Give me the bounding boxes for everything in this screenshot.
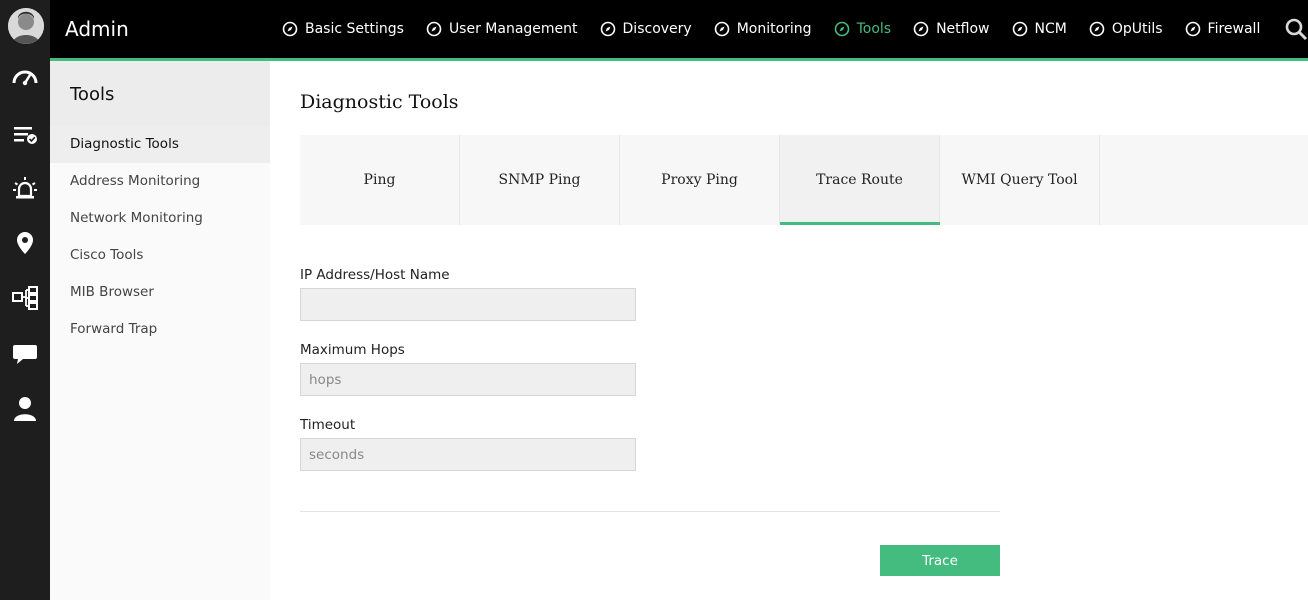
nav-item-firewall[interactable]: Firewall [1185, 21, 1261, 37]
icon-rail [0, 0, 50, 600]
nav-item-label: Basic Settings [305, 21, 404, 37]
form-divider [300, 511, 1000, 512]
compass-icon [834, 21, 849, 37]
nav-item-oputils[interactable]: OpUtils [1089, 21, 1163, 37]
map-pin-icon[interactable] [9, 227, 41, 259]
alert-siren-icon[interactable] [9, 172, 41, 204]
nav-item-label: Monitoring [736, 21, 812, 37]
compass-icon [1012, 21, 1027, 37]
nav-item-label: Netflow [936, 21, 990, 37]
tab-snmp-ping[interactable]: SNMP Ping [460, 135, 620, 225]
user-avatar[interactable] [8, 8, 44, 44]
compass-icon [1089, 21, 1105, 37]
main-content: Diagnostic Tools Ping SNMP Ping Proxy Pi… [270, 61, 1308, 600]
nav-item-tools[interactable]: Tools [834, 21, 892, 37]
nav-item-label: User Management [448, 21, 578, 37]
nav-item-discovery[interactable]: Discovery [600, 21, 692, 37]
sidebar-item-network-monitoring[interactable]: Network Monitoring [50, 200, 270, 237]
chat-icon[interactable] [9, 337, 41, 369]
nav-item-ncm[interactable]: NCM [1012, 21, 1067, 37]
tools-sidebar: Tools Diagnostic Tools Address Monitorin… [50, 61, 270, 600]
tab-trace-route[interactable]: Trace Route [780, 135, 940, 225]
tab-wmi-query-tool[interactable]: WMI Query Tool [940, 135, 1100, 225]
nav-item-label: Tools [856, 21, 892, 37]
dashboard-icon[interactable] [9, 62, 41, 94]
maximum-hops-label: Maximum Hops [300, 342, 405, 358]
ip-address-input[interactable] [300, 288, 636, 321]
trace-button[interactable]: Trace [880, 545, 1000, 576]
nav-item-monitoring[interactable]: Monitoring [714, 21, 812, 37]
nav-item-label: Discovery [622, 21, 692, 37]
maximum-hops-input[interactable] [300, 363, 636, 396]
top-bar: Admin Basic Settings User Management Dis… [50, 0, 1308, 58]
page-title: Diagnostic Tools [300, 91, 459, 113]
diagnostic-tabs: Ping SNMP Ping Proxy Ping Trace Route WM… [300, 135, 1308, 225]
compass-icon [913, 21, 929, 37]
tab-ping[interactable]: Ping [300, 135, 460, 225]
sidebar-item-forward-trap[interactable]: Forward Trap [50, 311, 270, 348]
nav-item-netflow[interactable]: Netflow [913, 21, 990, 37]
nav-item-label: NCM [1034, 21, 1067, 37]
ip-address-label: IP Address/Host Name [300, 267, 450, 283]
network-map-icon[interactable] [9, 282, 41, 314]
alarms-list-icon[interactable] [9, 119, 41, 151]
top-nav: Basic Settings User Management Discovery… [282, 0, 1282, 58]
search-icon[interactable] [1284, 17, 1308, 41]
nav-item-label: OpUtils [1111, 21, 1163, 37]
tab-proxy-ping[interactable]: Proxy Ping [620, 135, 780, 225]
nav-item-basic-settings[interactable]: Basic Settings [282, 21, 404, 37]
compass-icon [1185, 21, 1200, 37]
sidebar-item-address-monitoring[interactable]: Address Monitoring [50, 163, 270, 200]
compass-icon [426, 21, 442, 37]
sidebar-title: Tools [50, 61, 270, 126]
compass-icon [714, 21, 730, 37]
user-icon[interactable] [9, 392, 41, 424]
compass-icon [600, 21, 615, 37]
sidebar-item-cisco-tools[interactable]: Cisco Tools [50, 237, 270, 274]
nav-item-label: Firewall [1207, 21, 1261, 37]
nav-item-user-management[interactable]: User Management [426, 21, 578, 37]
timeout-input[interactable] [300, 438, 636, 471]
app-title: Admin [65, 17, 129, 41]
compass-icon [282, 21, 298, 37]
timeout-label: Timeout [300, 417, 356, 433]
sidebar-item-mib-browser[interactable]: MIB Browser [50, 274, 270, 311]
sidebar-item-diagnostic-tools[interactable]: Diagnostic Tools [50, 126, 270, 163]
